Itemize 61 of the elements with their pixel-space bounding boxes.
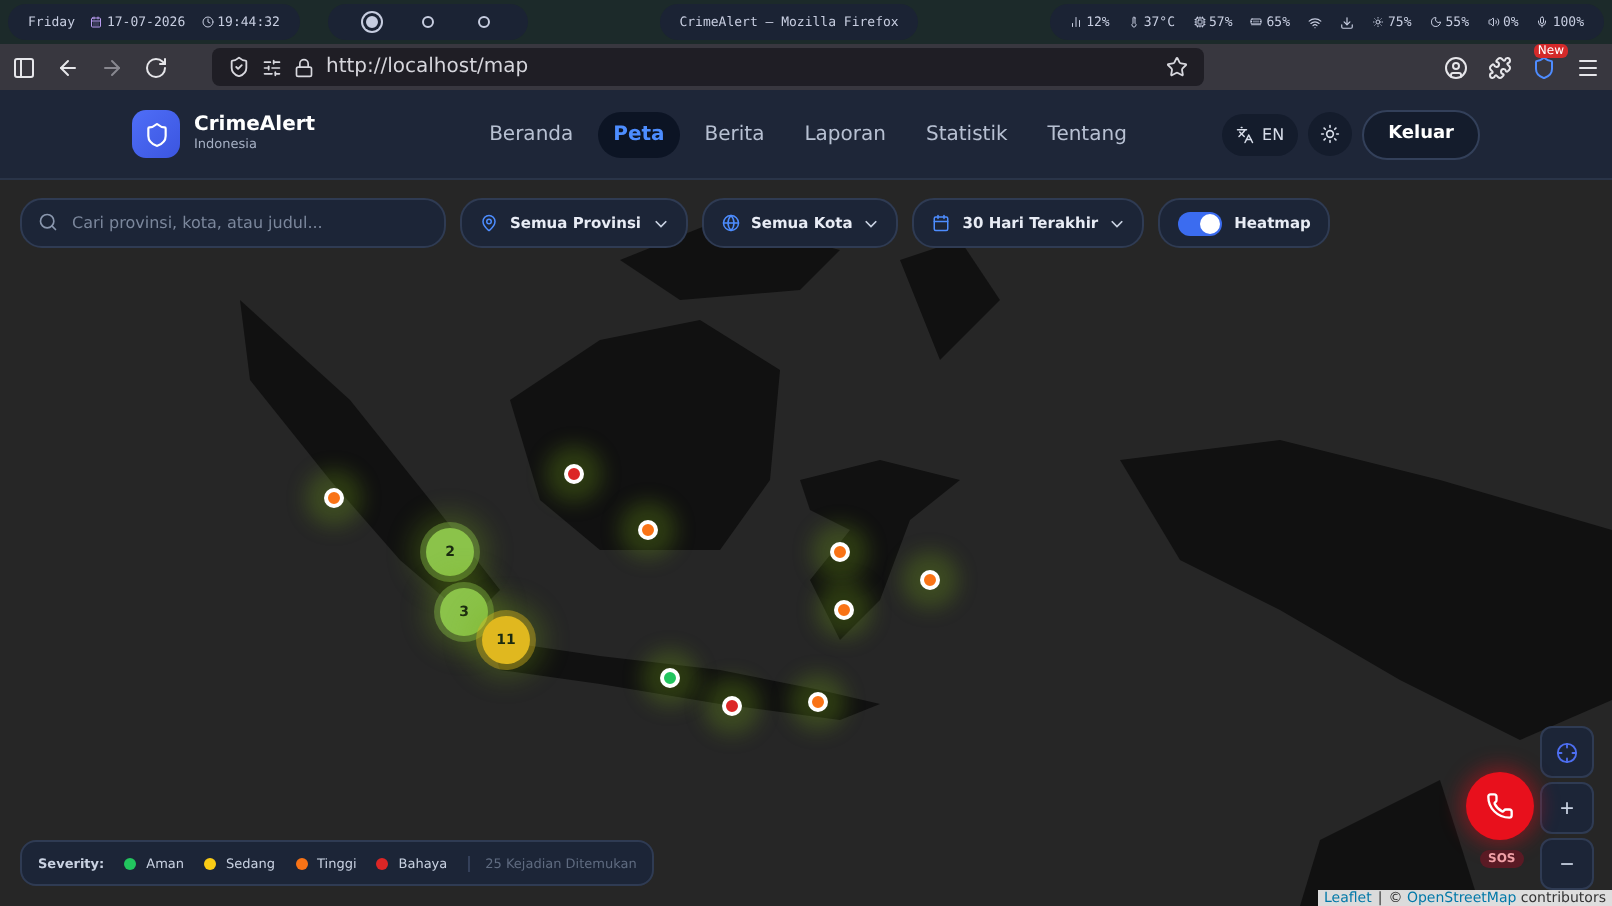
incident-marker[interactable] [722, 696, 742, 716]
search-field[interactable]: Cari provinsi, kota, atau judul... [20, 198, 446, 248]
speaker-icon [1487, 16, 1500, 28]
zoom-in-button[interactable]: + [1540, 782, 1594, 834]
brand-name: CrimeAlert [194, 116, 316, 137]
microphone-icon [1536, 16, 1549, 28]
search-icon [38, 212, 58, 232]
chevron-down-icon [1110, 216, 1125, 230]
theme-button[interactable] [1308, 112, 1353, 156]
zoom-out-button[interactable]: − [1540, 838, 1594, 890]
memory-icon [1250, 16, 1263, 28]
sos-call-button[interactable] [1466, 772, 1534, 840]
moon-icon [1429, 16, 1442, 28]
calendar-icon [90, 16, 103, 28]
shield-icon [228, 56, 250, 78]
star-icon[interactable] [1166, 56, 1188, 78]
sun-icon [1320, 124, 1341, 144]
nav-link[interactable]: Beranda [473, 111, 590, 157]
toggle-switch[interactable] [1178, 211, 1223, 235]
workspace-dot[interactable] [477, 16, 490, 28]
nav-link[interactable]: Laporan [788, 111, 902, 157]
pin-icon [480, 214, 498, 232]
shield-icon [143, 121, 169, 147]
workspace-dot[interactable] [421, 16, 434, 28]
nav-link[interactable]: Berita [688, 111, 781, 157]
crosshair-icon [1556, 741, 1578, 763]
incident-marker[interactable] [920, 570, 940, 590]
nav-link[interactable]: Tentang [1031, 111, 1143, 157]
menu-icon[interactable] [1576, 55, 1600, 79]
wifi-icon [1308, 15, 1323, 29]
locate-button[interactable] [1540, 726, 1594, 778]
phone-icon [1486, 792, 1514, 820]
language-button[interactable]: EN [1222, 113, 1299, 155]
chip-icon [1193, 16, 1206, 28]
thermometer-icon [1127, 16, 1140, 28]
sun-icon [1372, 16, 1385, 28]
clock-icon [201, 16, 214, 28]
back-icon[interactable] [56, 55, 80, 79]
globe-icon [721, 214, 739, 232]
bars-icon [1070, 16, 1083, 28]
reload-icon[interactable] [144, 55, 168, 79]
url-text: http://localhost/map [326, 56, 531, 78]
extension-icon[interactable] [1532, 55, 1556, 79]
forward-icon[interactable] [100, 55, 124, 79]
nav-link[interactable]: Statistik [909, 111, 1024, 157]
download-icon [1340, 15, 1355, 29]
extensions-icon[interactable] [1488, 55, 1512, 79]
workspace-dot[interactable] [365, 16, 378, 28]
lock-icon [294, 57, 314, 77]
incident-marker[interactable] [830, 542, 850, 562]
sidebar-icon[interactable] [12, 55, 36, 79]
calendar-icon [932, 214, 951, 232]
nav-link[interactable]: Peta [597, 111, 681, 157]
logout-button[interactable]: Keluar [1362, 109, 1480, 159]
incident-marker[interactable] [324, 488, 344, 508]
translate-icon [1236, 125, 1255, 143]
permissions-icon [262, 57, 282, 77]
address-bar[interactable]: http://localhost/map [212, 48, 1204, 86]
chevron-down-icon [653, 216, 667, 230]
chevron-down-icon [864, 216, 879, 230]
account-icon[interactable] [1444, 55, 1468, 79]
